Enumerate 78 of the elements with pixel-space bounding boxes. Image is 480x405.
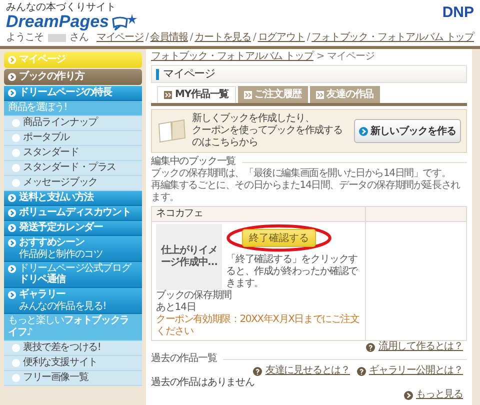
book-icon [157, 118, 187, 144]
sidebar-item[interactable]: ブックの作り方 [4, 69, 142, 85]
link-separator: / [306, 32, 310, 44]
more-link[interactable]: もっと見る [416, 389, 463, 401]
site-logo[interactable]: DreamPages [6, 13, 110, 31]
double-arrow-icon [164, 91, 172, 99]
welcome-text: ようこそ [6, 32, 44, 44]
header-link[interactable]: マイページ [96, 32, 144, 44]
bullet-icon [12, 119, 20, 127]
page-title: マイページ [163, 68, 216, 80]
header-link[interactable]: フォトブック・フォトアルバム トップ [312, 32, 474, 44]
sidebar-item[interactable]: スタンダード [4, 146, 142, 161]
new-book-button[interactable]: 新しいブックを作る [354, 119, 461, 143]
arrow-bullet-icon [8, 265, 16, 273]
arrow-bullet-icon [8, 209, 16, 217]
arrow-bullet-icon [8, 56, 16, 64]
bullet-icon [12, 134, 20, 142]
welcome-suffix: さん [70, 32, 88, 44]
sidebar-item[interactable]: 商品ラインナップ [4, 116, 142, 131]
notice-text: ブックの保存期間は、「最後に編集画面を開いた日から14日間」です。 [151, 168, 452, 180]
bullet-icon [12, 179, 20, 187]
sidebar-item[interactable]: ポータブル [4, 131, 142, 146]
arrow-bullet-icon [8, 73, 16, 81]
retention-label: ブックの保存期間 [156, 290, 232, 302]
name-redaction [48, 34, 66, 42]
bullet-icon [12, 149, 20, 157]
link-separator: / [145, 32, 148, 44]
section-heading: 過去の作品一覧 [151, 353, 217, 365]
sidebar-heading: 商品を選ぼう! [4, 101, 142, 116]
arrow-bullet-icon [8, 194, 16, 202]
tab[interactable]: MY作品一覧 [157, 86, 236, 103]
double-arrow-icon [316, 90, 324, 98]
sidebar-item[interactable]: 裏技で差をつける! [4, 341, 142, 356]
help-icon [253, 366, 262, 376]
bullet-icon [12, 374, 20, 382]
help-link[interactable]: ギャラリー公開とは？ [368, 365, 463, 377]
book-title: ネコカフェ [156, 208, 204, 219]
sidebar-heading: もっと楽しいフォトブックライフ♪ [4, 314, 142, 341]
help-link[interactable]: 流用して作るとは？ [378, 341, 463, 353]
brand-logo: DNP [442, 4, 474, 21]
bullet-icon [12, 344, 20, 352]
link-separator: / [190, 32, 193, 44]
section-heading: 編集中のブック一覧 [151, 156, 236, 168]
button-note: 「終了確認する」をクリックすると、作成が終わったか確認できます。 [226, 254, 359, 290]
coupon-expiry: クーポン有効期限：20XX年X月X日までにご注文ください [156, 314, 360, 338]
link-separator: / [253, 32, 256, 44]
preview-status-text: 仕上がりイメージ作成中… [160, 245, 218, 269]
bullet-icon [12, 164, 20, 172]
notice-text: 再編集するごとに、その日からまた14日間、データの保存期間が延長されます。 [151, 180, 462, 204]
arrow-bullet-icon [8, 89, 16, 97]
site-tagline: みんなの本づくりサイト [6, 2, 117, 13]
arrow-bullet-icon [358, 126, 368, 136]
empty-message: 過去の作品はありません [151, 377, 256, 389]
sidebar-item[interactable]: ギャラリー みんなの作品を見る! [4, 288, 142, 314]
sidebar-item[interactable]: 便利な支援サイト [4, 356, 142, 371]
sidebar-item[interactable]: フリー画像一覧 [4, 371, 142, 386]
header-link[interactable]: 会員情報 [150, 32, 188, 44]
speech-bubble-star-icon [111, 13, 138, 31]
help-link[interactable]: 友達に見せるとは？ [265, 365, 350, 377]
arrow-bullet-icon [8, 224, 16, 232]
arrow-bullet-icon [8, 291, 16, 299]
double-arrow-icon [244, 90, 252, 98]
confirm-finish-button[interactable]: 終了確認する [242, 229, 316, 247]
retention-value: あと14日 [156, 302, 197, 314]
sidebar-item[interactable]: メッセージブック [4, 176, 142, 191]
breadcrumb-current: マイページ [327, 51, 374, 63]
arrow-bullet-icon [404, 390, 413, 400]
breadcrumb-link[interactable]: フォトブック・フォトアルバム トップ [151, 51, 314, 63]
breadcrumb-separator: > [316, 51, 324, 63]
header-link[interactable]: カートを見る [194, 32, 252, 44]
sidebar-item[interactable]: スタンダード・プラス [4, 161, 142, 176]
header-link[interactable]: ログアウト [258, 32, 305, 44]
panel-text: クーポンを使ってブックを作成するのはこちらから [192, 125, 344, 149]
panel-text: 新しくブックを作成したり、 [192, 113, 316, 124]
arrow-bullet-icon [8, 239, 16, 247]
help-icon [366, 342, 376, 352]
help-icon [356, 366, 366, 376]
bullet-icon [12, 359, 20, 367]
